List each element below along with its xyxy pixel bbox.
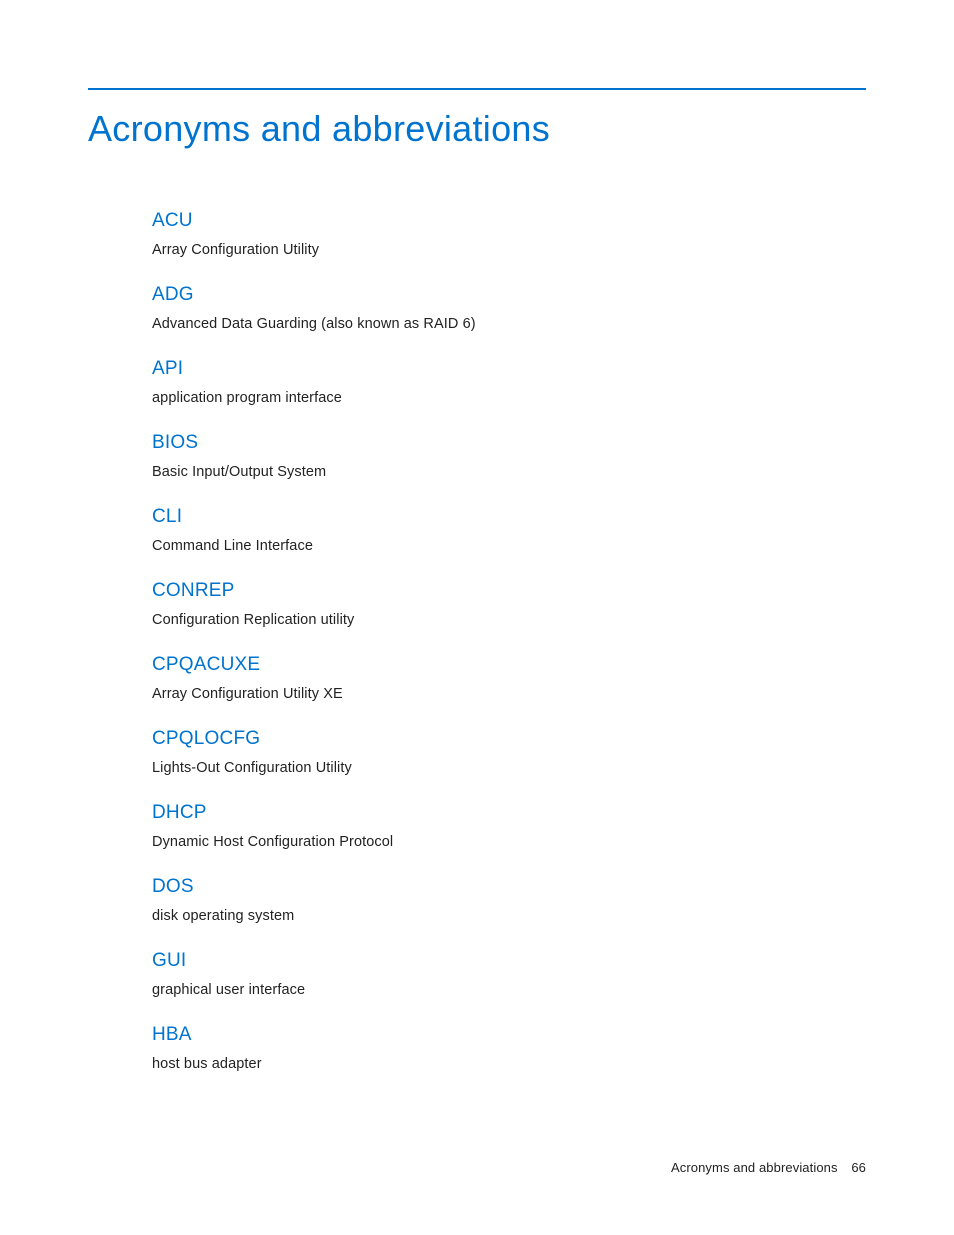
acronym-term: CONREP [152, 580, 866, 602]
footer-section-label: Acronyms and abbreviations [671, 1160, 838, 1175]
acronym-entry: DHCP Dynamic Host Configuration Protocol [152, 802, 866, 850]
acronym-entry: HBA host bus adapter [152, 1024, 866, 1072]
acronym-term: DHCP [152, 802, 866, 824]
acronym-definition: Dynamic Host Configuration Protocol [152, 834, 866, 850]
acronym-entry: BIOS Basic Input/Output System [152, 432, 866, 480]
footer-page-number: 66 [851, 1160, 866, 1175]
acronym-definition: Advanced Data Guarding (also known as RA… [152, 316, 866, 332]
top-divider [88, 88, 866, 90]
acronym-term: HBA [152, 1024, 866, 1046]
acronym-term: ACU [152, 210, 866, 232]
acronym-term: ADG [152, 284, 866, 306]
acronym-entry: CLI Command Line Interface [152, 506, 866, 554]
document-page: Acronyms and abbreviations ACU Array Con… [0, 0, 954, 1072]
acronym-definition: Array Configuration Utility XE [152, 686, 866, 702]
acronym-entry: DOS disk operating system [152, 876, 866, 924]
acronym-term: CPQLOCFG [152, 728, 866, 750]
acronym-term: CPQACUXE [152, 654, 866, 676]
acronym-definition: Command Line Interface [152, 538, 866, 554]
acronym-entry: CPQLOCFG Lights-Out Configuration Utilit… [152, 728, 866, 776]
acronym-entry: GUI graphical user interface [152, 950, 866, 998]
acronym-entry: ADG Advanced Data Guarding (also known a… [152, 284, 866, 332]
acronym-definition: disk operating system [152, 908, 866, 924]
acronym-definition: Basic Input/Output System [152, 464, 866, 480]
acronym-definition: graphical user interface [152, 982, 866, 998]
page-footer: Acronyms and abbreviations 66 [671, 1160, 866, 1175]
acronym-term: BIOS [152, 432, 866, 454]
acronym-entry: ACU Array Configuration Utility [152, 210, 866, 258]
page-title: Acronyms and abbreviations [88, 108, 866, 150]
acronym-entry: API application program interface [152, 358, 866, 406]
acronym-definition: Array Configuration Utility [152, 242, 866, 258]
acronym-entry: CPQACUXE Array Configuration Utility XE [152, 654, 866, 702]
acronym-definition: application program interface [152, 390, 866, 406]
acronym-definition: host bus adapter [152, 1056, 866, 1072]
acronym-term: API [152, 358, 866, 380]
acronym-definition: Lights-Out Configuration Utility [152, 760, 866, 776]
acronym-entry: CONREP Configuration Replication utility [152, 580, 866, 628]
acronym-term: GUI [152, 950, 866, 972]
acronym-list: ACU Array Configuration Utility ADG Adva… [152, 210, 866, 1072]
acronym-definition: Configuration Replication utility [152, 612, 866, 628]
acronym-term: CLI [152, 506, 866, 528]
acronym-term: DOS [152, 876, 866, 898]
